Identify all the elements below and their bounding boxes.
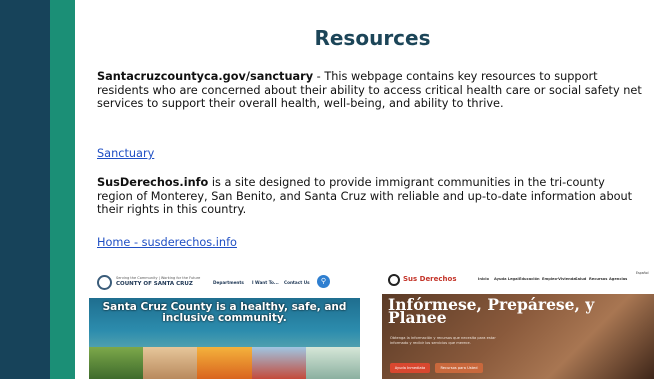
- sidebar-stripe-teal: [50, 0, 75, 379]
- susderechos-hero-heading: Infórmese, Prepárese, y Planee: [388, 295, 595, 327]
- county-name: COUNTY OF SANTA CRUZ: [116, 281, 193, 287]
- county-nav-contact-us: Contact Us: [284, 280, 310, 285]
- county-photo-strip: [89, 347, 360, 379]
- photo-tile: [89, 347, 144, 379]
- paragraph-susderechos: SusDerechos.info is a site designed to p…: [97, 176, 642, 217]
- sanctuary-site-name: Santacruzcountyca.gov/sanctuary: [97, 70, 314, 83]
- sanctuary-link[interactable]: Sanctuary: [97, 147, 154, 160]
- language-selector: Español: [636, 271, 649, 275]
- photo-tile: [143, 347, 198, 379]
- sidebar-stripe-dark: [0, 0, 50, 379]
- susderechos-site-name: SusDerechos.info: [97, 176, 209, 189]
- derechos-nav-educacion: Educación: [519, 277, 540, 281]
- photo-tile: [251, 347, 306, 379]
- search-icon: ⚲: [317, 275, 330, 288]
- county-tagline: Serving the Community | Working for the …: [116, 276, 201, 280]
- slide-title: Resources: [314, 26, 431, 50]
- susderechos-logo-icon: [388, 274, 400, 286]
- ayuda-inmediata-button: Ayuda Inmediata: [390, 363, 430, 373]
- county-seal-icon: [97, 275, 112, 290]
- photo-tile: [197, 347, 252, 379]
- photo-tile: [305, 347, 360, 379]
- county-nav-i-want-to: I Want To...: [252, 280, 279, 285]
- county-nav-departments: Departments: [213, 280, 244, 285]
- derechos-nav-ayuda-legal: Ayuda Legal: [494, 277, 519, 281]
- derechos-nav-agencias: Agencias: [609, 277, 628, 281]
- susderechos-link[interactable]: Home - susderechos.info: [97, 236, 237, 249]
- derechos-nav-recursos: Recursos: [589, 277, 608, 281]
- susderechos-site-header: Sus Derechos Inicio Ayuda Legal Educació…: [382, 266, 654, 294]
- recursos-para-usted-button: Recursos para Usted: [435, 363, 483, 373]
- county-site-header: Serving the Community | Working for the …: [89, 266, 360, 298]
- paragraph-sanctuary: Santacruzcountyca.gov/sanctuary - This w…: [97, 70, 642, 111]
- derechos-nav-empleo-vivienda: Empleo-Vivienda: [542, 277, 576, 281]
- county-hero-text: Santa Cruz County is a healthy, safe, an…: [102, 301, 347, 324]
- susderechos-hero-subtext: Obtenga la información y recursos que ne…: [390, 336, 496, 345]
- derechos-nav-salud: Salud: [575, 277, 587, 281]
- susderechos-website-screenshot: Sus Derechos Inicio Ayuda Legal Educació…: [382, 266, 654, 379]
- derechos-nav-inicio: Inicio: [478, 277, 489, 281]
- county-website-screenshot: Serving the Community | Working for the …: [89, 266, 360, 379]
- susderechos-brand: Sus Derechos: [403, 275, 457, 283]
